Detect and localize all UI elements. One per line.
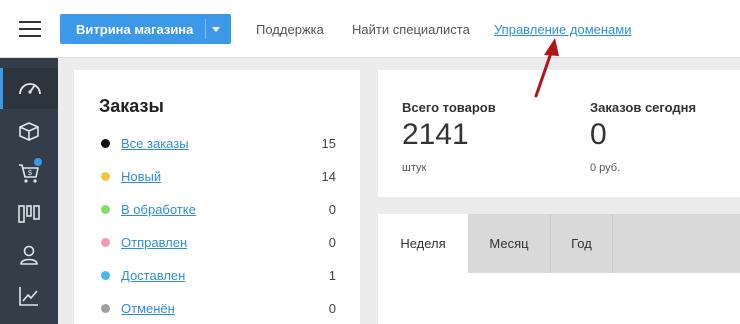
status-link-new[interactable]: Новый: [121, 169, 161, 184]
sidebar-item-orders[interactable]: $: [0, 152, 58, 193]
stat-title: Всего товаров: [402, 100, 496, 115]
tab-month[interactable]: Месяц: [468, 214, 551, 273]
status-dot: [101, 139, 110, 148]
order-status-row: Отправлен 0: [101, 233, 341, 253]
orders-title: Заказы: [99, 96, 164, 116]
status-link-delivered[interactable]: Доставлен: [121, 268, 185, 283]
status-link-all[interactable]: Все заказы: [121, 136, 189, 151]
sidebar-item-reports[interactable]: [0, 275, 58, 316]
status-count: 14: [321, 169, 336, 184]
status-count: 15: [321, 136, 336, 151]
tab-week[interactable]: Неделя: [378, 214, 468, 273]
notification-dot: [34, 158, 42, 166]
status-dot: [101, 172, 110, 181]
sidebar: $: [0, 58, 58, 324]
svg-text:$: $: [28, 170, 32, 177]
sidebar-item-kanban[interactable]: [0, 193, 58, 234]
orders-card: Заказы Все заказы 15 Новый 14 В обработк…: [74, 70, 360, 324]
status-link-shipped[interactable]: Отправлен: [121, 235, 187, 250]
period-card: Неделя Месяц Год: [378, 214, 740, 324]
chart-icon: [19, 287, 38, 306]
domain-management-link[interactable]: Управление доменами: [494, 22, 631, 37]
annotation-arrow-icon: [534, 38, 559, 98]
user-icon: [20, 245, 38, 265]
sidebar-item-customers[interactable]: [0, 234, 58, 275]
status-count: 1: [328, 268, 336, 283]
store-front-label: Витрина магазина: [76, 22, 194, 37]
order-status-row: Новый 14: [101, 167, 341, 187]
order-status-row: Доставлен 1: [101, 266, 341, 286]
order-status-row: Отменён 0: [101, 299, 341, 319]
status-count: 0: [328, 301, 336, 316]
order-status-row: В обработке 0: [101, 200, 341, 220]
stat-value: 2141: [402, 118, 469, 151]
sidebar-item-products[interactable]: [0, 111, 58, 152]
button-divider: [205, 19, 206, 39]
status-count: 0: [328, 202, 336, 217]
status-dot: [101, 205, 110, 214]
store-front-button[interactable]: Витрина магазина: [60, 14, 231, 44]
status-dot: [101, 271, 110, 280]
find-specialist-link[interactable]: Найти специалиста: [352, 22, 470, 37]
stat-unit: штук: [402, 162, 427, 174]
tab-year[interactable]: Год: [551, 214, 613, 273]
status-link-processing[interactable]: В обработке: [121, 202, 196, 217]
sidebar-item-dashboard[interactable]: [0, 68, 58, 109]
order-status-row: Все заказы 15: [101, 134, 341, 154]
menu-icon[interactable]: [19, 21, 41, 37]
status-dot: [101, 304, 110, 313]
support-link[interactable]: Поддержка: [256, 22, 324, 37]
period-tabs: Неделя Месяц Год: [378, 214, 740, 273]
box-icon: [19, 122, 39, 141]
dashboard-icon: [19, 83, 41, 95]
stat-unit: 0 руб.: [590, 162, 621, 174]
status-dot: [101, 238, 110, 247]
top-bar: Витрина магазина Поддержка Найти специал…: [0, 0, 740, 58]
stat-value: 0: [590, 118, 607, 151]
columns-icon: [18, 205, 40, 223]
chevron-down-icon[interactable]: [212, 27, 220, 32]
status-count: 0: [328, 235, 336, 250]
stat-title: Заказов сегодня: [590, 100, 697, 115]
status-link-cancelled[interactable]: Отменён: [121, 301, 175, 316]
